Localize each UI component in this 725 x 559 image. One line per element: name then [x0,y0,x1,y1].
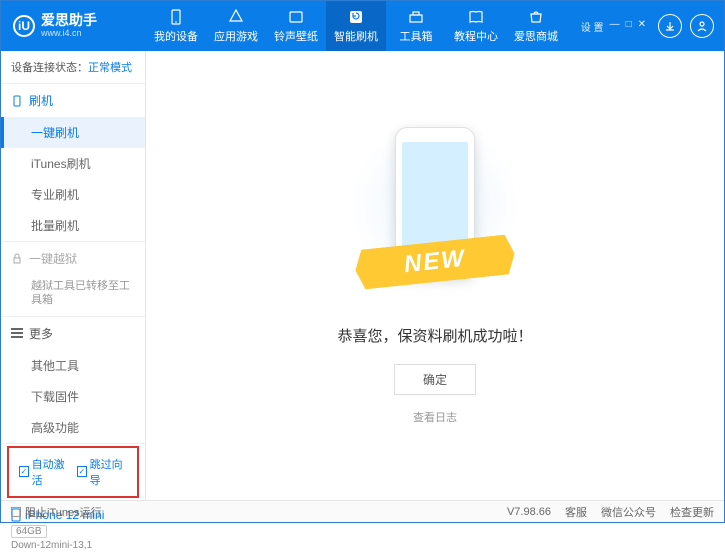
firmware-text: Down-12mini-13,1 [11,540,135,551]
sidebar-item-oneclick-flash[interactable]: 一键刷机 [1,117,145,148]
logo-icon: iU [13,15,35,37]
nav-apps[interactable]: 应用游戏 [206,1,266,51]
phone-icon [167,8,185,26]
phone-small-icon [11,95,23,107]
book-icon [467,8,485,26]
wallpaper-icon [287,8,305,26]
app-name: 爱思助手 [41,13,97,28]
view-log-link[interactable]: 查看日志 [413,409,457,425]
refresh-icon [347,8,365,26]
block-itunes-checkbox[interactable]: 阻止iTunes运行 [11,504,102,520]
nav-flash[interactable]: 智能刷机 [326,1,386,51]
nav-tutorials[interactable]: 教程中心 [446,1,506,51]
minimize-button[interactable]: — [610,19,620,34]
logo-area: iU 爱思助手 www.i4.cn [1,13,146,38]
jailbreak-note: 越狱工具已转移至工具箱 [1,275,145,316]
title-right: 设 置 — □ ✕ [581,14,724,38]
main-nav: 我的设备 应用游戏 铃声壁纸 智能刷机 工具箱 教程中心 爱思商城 [146,1,581,51]
sidebar-item-other-tools[interactable]: 其他工具 [1,350,145,381]
sidebar-item-download-firmware[interactable]: 下载固件 [1,381,145,412]
user-icon [696,20,708,32]
store-icon [527,8,545,26]
version-label: V7.98.66 [507,506,551,518]
connection-status: 设备连接状态：正常模式 [1,51,145,84]
window-controls: 设 置 — □ ✕ [581,19,646,34]
main-content: NEW 恭喜您，保资料刷机成功啦！ 确定 查看日志 [146,51,724,500]
sidebar-more-header[interactable]: 更多 [1,317,145,350]
lock-icon [11,253,23,265]
download-icon [664,20,676,32]
nav-ringtones[interactable]: 铃声壁纸 [266,1,326,51]
check-update-link[interactable]: 检查更新 [670,504,714,520]
sidebar-flash-header[interactable]: 刷机 [1,84,145,117]
sidebar-item-advanced[interactable]: 高级功能 [1,412,145,443]
nav-toolbox[interactable]: 工具箱 [386,1,446,51]
sidebar-item-pro-flash[interactable]: 专业刷机 [1,179,145,210]
customer-service-link[interactable]: 客服 [565,504,587,520]
phone-illustration: NEW [365,127,505,307]
close-button[interactable]: ✕ [638,19,646,34]
sidebar-item-itunes-flash[interactable]: iTunes刷机 [1,148,145,179]
titlebar: iU 爱思助手 www.i4.cn 我的设备 应用游戏 铃声壁纸 智能刷机 工具… [1,1,724,51]
option-checkboxes: ✓自动激活 ✓跳过向导 [7,446,139,498]
storage-badge: 64GB [11,525,47,538]
sidebar: 设备连接状态：正常模式 刷机 一键刷机 iTunes刷机 专业刷机 批量刷机 一… [1,51,146,500]
wechat-link[interactable]: 微信公众号 [601,504,656,520]
hamburger-icon [11,328,23,338]
skip-guide-checkbox[interactable]: ✓跳过向导 [77,456,127,488]
apps-icon [227,8,245,26]
nav-store[interactable]: 爱思商城 [506,1,566,51]
user-button[interactable] [690,14,714,38]
nav-my-device[interactable]: 我的设备 [146,1,206,51]
app-url: www.i4.cn [41,29,97,39]
download-button[interactable] [658,14,682,38]
settings-text-button[interactable]: 设 置 [581,19,604,34]
sidebar-item-batch-flash[interactable]: 批量刷机 [1,210,145,241]
success-message: 恭喜您，保资料刷机成功啦！ [337,325,532,346]
auto-activate-checkbox[interactable]: ✓自动激活 [19,456,69,488]
maximize-button[interactable]: □ [626,19,632,34]
toolbox-icon [407,8,425,26]
sidebar-jailbreak-header: 一键越狱 [1,242,145,275]
ok-button[interactable]: 确定 [394,364,476,395]
